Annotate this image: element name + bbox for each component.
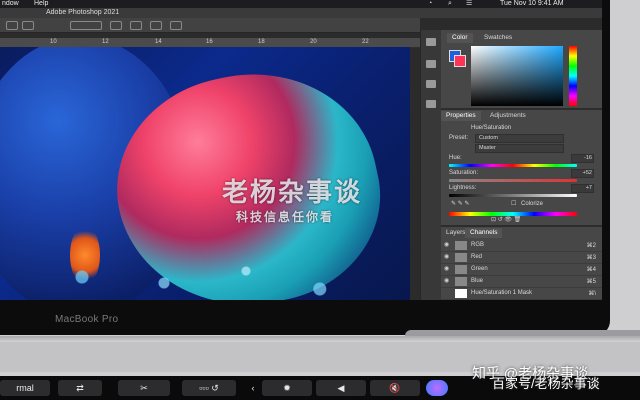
tab-color[interactable]: Color [447,33,473,43]
brush-settings-icon[interactable] [426,80,436,88]
colorize-label: Colorize [521,201,544,207]
touchbar-undo-icon[interactable]: ▫▫▫ ↺ [182,380,236,396]
clone-source-icon[interactable] [426,100,436,108]
channel-name: Green [471,266,488,272]
tab-channels[interactable]: Channels [465,228,503,238]
wifi-icon[interactable]: ◔ [428,0,432,8]
touchbar-chevron-left-icon[interactable]: ‹ [246,380,260,396]
panel-collapse-icon[interactable] [426,38,436,46]
ruler-tick: 16 [206,39,213,45]
properties-footer-icons[interactable]: ⊡ ↺ 👁 🗑 [491,216,521,224]
menubar-datetime[interactable]: Tue Nov 10 9:41 AM [500,0,564,8]
channel-thumbnail [455,241,467,250]
options-home-icon[interactable] [6,21,18,30]
menu-window[interactable]: ndow [2,0,19,8]
visibility-eye-icon[interactable]: ◉ [444,278,451,284]
lightness-label: Lightness: [449,185,477,191]
preset-label: Preset: [449,135,469,141]
background-color-swatch[interactable] [454,55,466,67]
channel-row[interactable]: ◉ RGB ⌘2 [441,240,602,252]
history-icon[interactable] [426,60,436,68]
tab-properties[interactable]: Properties [441,111,481,121]
panel-dock-icons [420,30,441,300]
options-3d-mode[interactable] [70,21,102,30]
saturation-value[interactable]: +52 [571,169,594,178]
properties-title: Hue/Saturation [471,125,512,131]
search-icon[interactable]: ⌕ [448,0,452,8]
tab-adjustments[interactable]: Adjustments [485,111,531,121]
channel-thumbnail [455,277,467,286]
channel-row[interactable]: ◉ Blue ⌘5 [441,276,602,288]
touchbar-blend-mode[interactable]: rmal [0,380,50,396]
ruler-tick: 20 [310,39,317,45]
touchbar-brightness-icon[interactable]: ✹ [262,380,312,396]
touchbar-swap-icon[interactable]: ⇄ [58,380,102,396]
channel-shortcut: ⌘5 [586,279,596,285]
touchbar-mute-icon[interactable]: 🔇 [370,380,420,396]
ruler-tick: 18 [258,39,265,45]
visibility-eye-icon[interactable]: ◉ [444,254,451,260]
ruler-tick: 12 [102,39,109,45]
channel-select[interactable]: Master [475,144,564,153]
channel-shortcut: ⌘\ [588,291,596,297]
lightness-value[interactable]: +7 [571,184,594,193]
lightness-slider[interactable] [449,194,577,197]
touchbar-cut-icon[interactable]: ✂ [118,380,170,396]
screen: ndow Help ◔ ⌕ ☰ Tue Nov 10 9:41 AM Adobe… [0,0,602,300]
watermark-title: 老杨杂事谈 [222,177,363,207]
panel-divider [441,108,602,110]
panel-divider [441,225,602,227]
hue-label: Hue: [449,155,462,161]
options-tool-icon[interactable] [22,21,34,30]
channel-row[interactable]: ◉ Green ⌘4 [441,264,602,276]
tab-swatches[interactable]: Swatches [479,33,517,43]
mac-menubar: ndow Help ◔ ⌕ ☰ Tue Nov 10 9:41 AM [0,0,602,8]
options-slide-icon[interactable] [150,21,162,30]
channel-name: Blue [471,278,484,284]
watermark-subtitle: 科技信息任你看 [236,210,335,224]
portrait-flowers [0,247,410,300]
visibility-eye-icon[interactable] [444,290,451,296]
options-rotate-icon[interactable] [110,21,122,30]
touchbar-volume-icon[interactable]: ◀ [316,380,366,396]
channel-name: Hue/Saturation 1 Mask [471,290,533,296]
options-scale-icon[interactable] [170,21,182,30]
options-bar [0,18,420,33]
control-center-icon[interactable]: ☰ [466,0,472,8]
colorize-checkbox[interactable]: ☐ [511,200,516,208]
preset-select[interactable]: Custom [475,134,564,143]
hue-strip[interactable] [569,46,577,106]
watermark-baidu: 百家号/老杨杂事谈 [492,376,600,391]
right-panels: Color Swatches Properties Adjustments Hu… [441,30,602,300]
visibility-eye-icon[interactable]: ◉ [444,242,451,248]
visibility-eye-icon[interactable]: ◉ [444,266,451,272]
channel-name: RGB [471,242,485,248]
hue-value[interactable]: -16 [571,154,594,163]
options-pan-icon[interactable] [130,21,142,30]
channel-shortcut: ⌘4 [586,267,596,273]
channel-row[interactable]: Hue/Saturation 1 Mask ⌘\ [441,288,602,300]
touchbar-siri-icon[interactable] [426,380,448,396]
hue-slider[interactable] [449,164,577,167]
ruler-tick: 10 [50,39,57,45]
laptop-brand-label: MacBook Pro [55,314,119,325]
channel-name: Red [471,254,483,260]
photoshop-title-bar: Adobe Photoshop 2021 [0,8,602,18]
ruler-tick: 14 [155,39,162,45]
channel-thumbnail [455,265,467,274]
channel-shortcut: ⌘2 [586,243,596,249]
channel-row[interactable]: ◉ Red ⌘3 [441,252,602,264]
color-picker-field[interactable] [471,46,563,106]
saturation-slider[interactable] [449,179,577,182]
channel-thumbnail [455,289,467,298]
eyedropper-icons[interactable]: ✎ ✎ ✎ [451,200,469,208]
saturation-label: Saturation: [449,170,479,176]
menu-help[interactable]: Help [34,0,48,8]
channel-shortcut: ⌘3 [586,255,596,261]
app-title: Adobe Photoshop 2021 [46,9,120,16]
ruler-tick: 22 [362,39,369,45]
channel-thumbnail [455,253,467,262]
